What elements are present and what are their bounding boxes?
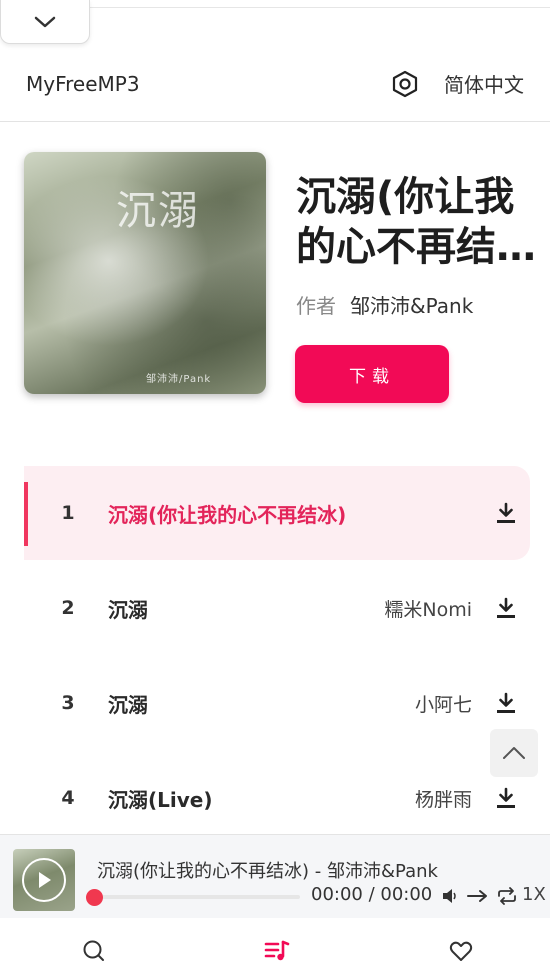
track-number: 2 [61,597,75,619]
app-header: MyFreeMP3 简体中文 [0,46,550,122]
chevron-down-icon [34,16,56,27]
volume-icon [443,889,456,903]
play-button[interactable] [22,858,66,902]
playlist-icon [264,940,290,961]
download-icon[interactable] [494,786,518,810]
track-title: 沉溺(Live) [108,787,213,812]
bottom-nav [0,918,550,980]
repeat-icon [498,887,516,905]
track-row[interactable]: 3 沉溺 小阿七 [24,656,530,750]
track-artist: 小阿七 [414,693,472,716]
collapse-button[interactable] [0,0,90,44]
track-row[interactable]: 4 沉溺(Live) 杨胖雨 [24,751,530,845]
play-order-button[interactable] [466,886,490,906]
author-label: 作者 [296,294,336,318]
playback-speed[interactable]: 1X [522,884,546,905]
nav-search[interactable] [81,938,107,964]
track-row[interactable]: 1 沉溺(你让我的心不再结冰) [24,466,530,560]
track-title: 沉溺(你让我的心不再结冰) [108,502,347,527]
track-number: 3 [61,692,75,714]
track-artist: 杨胖雨 [414,788,472,811]
author-row: 作者 邹沛沛&Pank [296,290,473,319]
track-number: 4 [61,787,75,809]
cover-title: 沉溺 [116,188,200,234]
download-icon[interactable] [494,501,518,525]
progress-handle[interactable] [86,889,103,906]
nav-playlist[interactable] [264,938,290,964]
track-number: 1 [61,502,75,524]
track-artist: 糯米Nomi [384,598,472,621]
progress-bar[interactable] [92,895,300,899]
album-title: 沉溺(你让我的心不再结冰) [296,174,515,270]
heart-icon [449,941,473,961]
player-cover[interactable] [13,849,75,911]
search-icon [83,940,104,961]
track-title: 沉溺 [108,597,148,622]
arrow-right-icon [467,890,487,902]
cover-credit: 邹沛沛/Pank [146,374,212,385]
brand-logo[interactable]: MyFreeMP3 [26,72,390,96]
download-button[interactable]: 下载 [295,345,449,403]
volume-button[interactable] [441,886,459,906]
track-title: 沉溺 [108,692,148,717]
chevron-up-icon [503,747,525,759]
repeat-button[interactable] [496,886,518,906]
hexagon-settings-icon [392,70,418,97]
nav-favorites[interactable] [448,938,474,964]
download-icon[interactable] [494,596,518,620]
theme-toggle-button[interactable] [390,69,420,99]
album-cover: 沉溺 邹沛沛/Pank [24,152,266,394]
now-playing-title: 沉溺(你让我的心不再结冰) - 邹沛沛&Pank [97,861,438,882]
download-icon[interactable] [494,691,518,715]
app-page: MyFreeMP3 简体中文 沉溺 邹沛沛/Pank 沉溺(你让我的心不再结冰)… [0,0,550,980]
time-display: 00:00 / 00:00 [311,884,433,905]
play-icon [39,872,51,888]
scroll-top-button[interactable] [490,729,538,777]
language-selector[interactable]: 简体中文 [444,69,524,98]
author-name[interactable]: 邹沛沛&Pank [350,290,473,319]
track-row[interactable]: 2 沉溺 糯米Nomi [24,561,530,655]
